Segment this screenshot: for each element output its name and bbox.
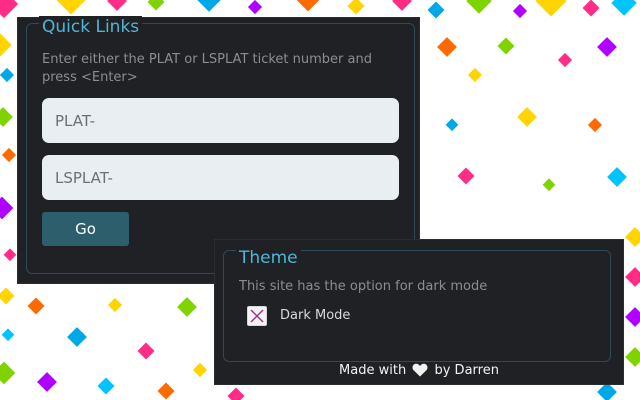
lsplat-ticket-input[interactable] <box>42 155 399 200</box>
dark-mode-checkbox[interactable] <box>247 306 267 326</box>
go-button[interactable]: Go <box>42 212 129 246</box>
dark-mode-label: Dark Mode <box>280 308 351 323</box>
plat-ticket-input[interactable] <box>42 98 399 143</box>
quick-links-title: Quick Links <box>39 16 143 38</box>
footer-prefix: Made with <box>339 363 407 378</box>
heart-icon <box>412 363 428 383</box>
quick-links-description: Enter either the PLAT or LSPLAT ticket n… <box>42 52 372 85</box>
footer-suffix: by Darren <box>434 363 499 378</box>
footer-credit: Made with by Darren <box>215 362 623 383</box>
theme-panel: Theme This site has the option for dark … <box>215 240 623 384</box>
theme-title: Theme <box>236 247 301 269</box>
theme-description: This site has the option for dark mode <box>239 279 488 294</box>
x-check-icon <box>250 309 264 323</box>
